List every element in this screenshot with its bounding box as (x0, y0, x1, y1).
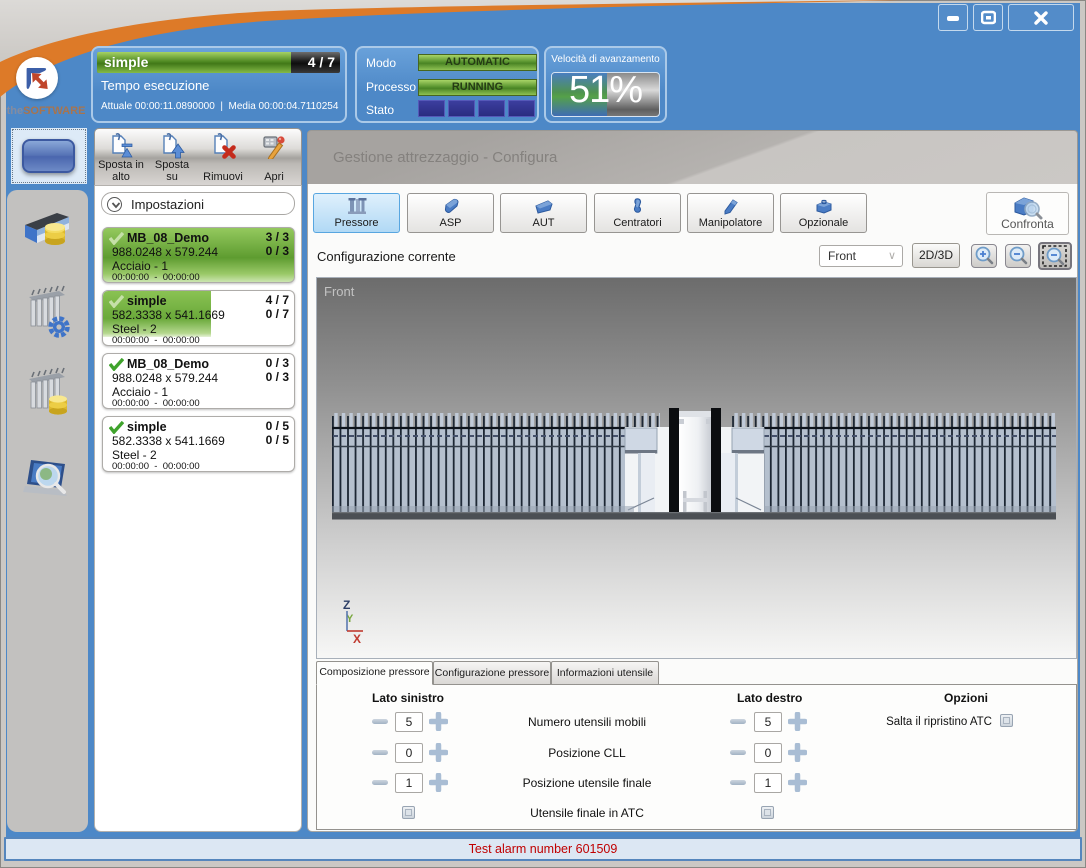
svg-text:X: X (353, 632, 361, 643)
svg-text:Z: Z (343, 598, 350, 612)
